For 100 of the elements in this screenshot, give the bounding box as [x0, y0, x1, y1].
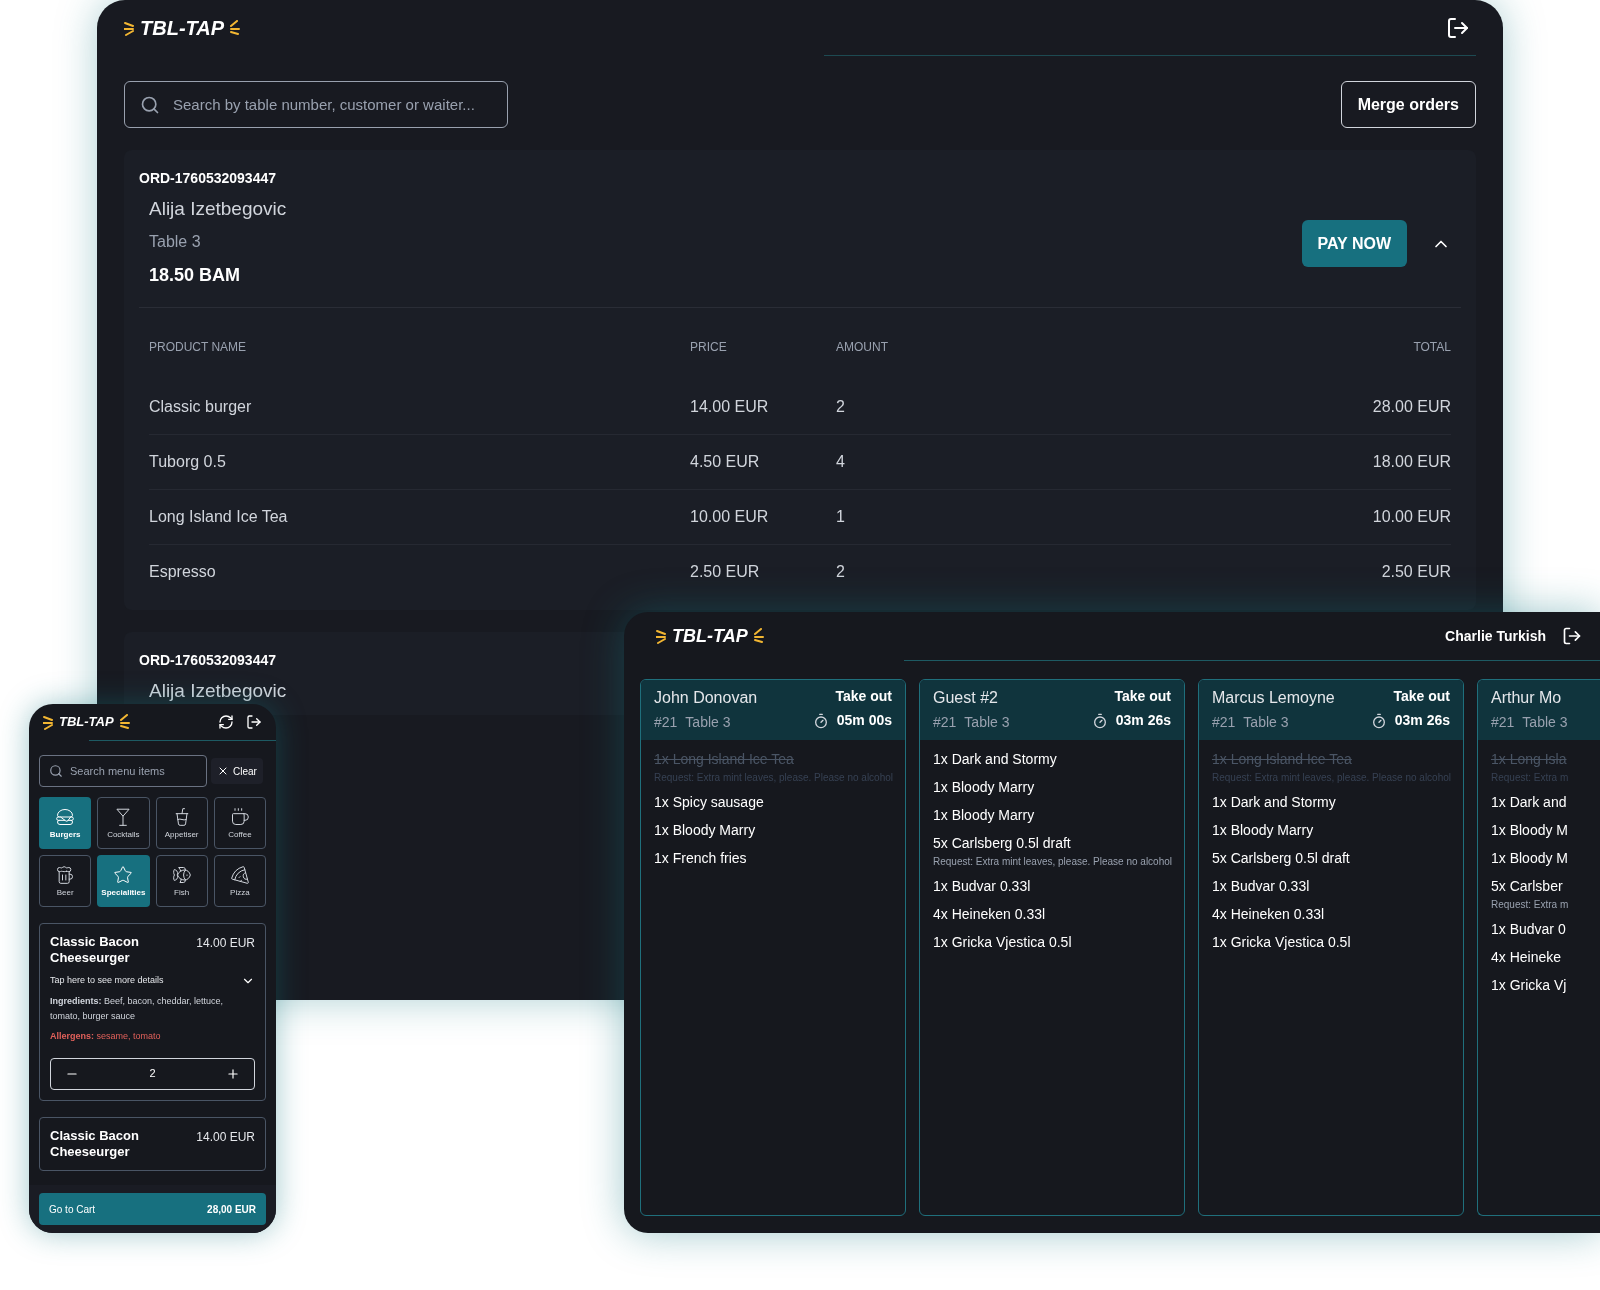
quantity-stepper[interactable]: 2: [50, 1057, 255, 1090]
column-header: AMOUNT: [836, 338, 889, 356]
order-number: #21: [1212, 713, 1236, 732]
customer-name: Alija Izetbegovic: [149, 197, 287, 221]
order-total: 18.50 BAM: [149, 263, 242, 287]
star-icon: [113, 865, 134, 885]
table-cell-text: 4.50 EUR: [690, 451, 760, 472]
order-item: 4x Heineke: [1491, 948, 1562, 967]
product-name: Classic Bacon Cheeseurger: [50, 1127, 140, 1160]
allergens-text: Allergens: sesame, tomato: [50, 1030, 162, 1043]
table-cell-text: 2.50 EUR: [1381, 562, 1451, 582]
merge-orders-button[interactable]: Merge orders: [1340, 81, 1476, 128]
table-cell-text: 2: [836, 396, 845, 417]
table-cell-text: 1: [836, 506, 845, 527]
order-item: 1x Gricka Vj: [1491, 976, 1567, 995]
ingredients-text: Ingredients: Beef, bacon, cheddar, lettuce, tomato, burger sauce: [50, 995, 225, 1023]
category-label: Cocktails: [107, 831, 140, 839]
user-name: Charlie Turkish: [1445, 626, 1546, 646]
category-label: Specialities: [101, 889, 146, 897]
product-price: 14.00 EUR: [196, 935, 255, 952]
order-item: 1x French fries: [654, 849, 747, 868]
table-cell-text: Espresso: [149, 562, 216, 582]
order-id: ORD-1760532093447: [139, 650, 276, 670]
product-name: Classic Bacon Cheeseurger: [50, 934, 140, 966]
cart-label: Go to Cart: [49, 1202, 96, 1217]
timer-icon: [812, 712, 829, 729]
customer-name: Alija Izetbegovic: [149, 678, 287, 703]
table-label: Table 3: [964, 713, 1010, 732]
logout-icon[interactable]: [1446, 15, 1470, 40]
category-tile[interactable]: Coffee: [213, 797, 266, 849]
category-tile[interactable]: Specialities: [97, 855, 150, 907]
order-item: 1x Bloody Marry: [933, 778, 1035, 797]
logout-icon[interactable]: [1562, 626, 1582, 646]
column-header: PRODUCT NAME: [149, 338, 248, 356]
customer-name: Arthur Mo: [1491, 688, 1563, 708]
category-tile[interactable]: Burgers: [39, 797, 92, 849]
order-item: 1x Budvar 0: [1491, 920, 1566, 939]
beer-glass-icon: [55, 865, 76, 885]
table-cell-text: Long Island Ice Tea: [149, 506, 288, 527]
order-item: 1x Bloody Marry: [654, 821, 756, 840]
refresh-icon[interactable]: [218, 714, 234, 730]
order-item: 1x Long Island Ice Tea: [1212, 750, 1352, 769]
search-icon: [140, 95, 160, 115]
search-icon: [49, 764, 63, 778]
table-cell-text: 10.00 EUR: [690, 506, 769, 527]
category-label: Burgers: [49, 831, 81, 839]
order-item: 1x Bloody M: [1491, 849, 1569, 868]
table-cell-text: 28.00 EUR: [1372, 396, 1451, 417]
category-label: Pizza: [230, 889, 250, 897]
cart-total: 28,00 EUR: [207, 1202, 256, 1217]
go-to-cart-button[interactable]: Go to Cart 28,00 EUR: [39, 1193, 266, 1225]
logout-icon[interactable]: [246, 714, 262, 730]
order-type: Take out: [1114, 687, 1171, 706]
order-type: Take out: [835, 687, 892, 706]
product-price: 14.00 EUR: [196, 1128, 255, 1146]
table-cell-text: Classic burger: [149, 396, 252, 417]
customer-name: Guest #2: [933, 688, 999, 708]
order-item: 5x Carlsberg 0.5l draft: [1212, 849, 1350, 868]
order-item: 1x Bloody M: [1491, 821, 1569, 840]
details-toggle[interactable]: Tap here to see more details: [50, 974, 164, 988]
category-tile[interactable]: Pizza: [213, 855, 266, 907]
table-label: Table 3: [1522, 713, 1568, 732]
customer-name: Marcus Lemoyne: [1212, 688, 1335, 708]
column-header: TOTAL: [1413, 338, 1451, 356]
plus-icon[interactable]: [226, 1066, 240, 1081]
order-item: 1x Bloody Marry: [1212, 821, 1314, 840]
clear-label: Clear: [233, 764, 257, 779]
table-label: Table 3: [685, 713, 731, 732]
clear-button[interactable]: Clear: [211, 758, 263, 784]
category-tile[interactable]: Beer: [39, 855, 92, 907]
order-item: 1x Dark and Stormy: [1212, 793, 1336, 812]
table-label: Table 3: [1243, 713, 1289, 732]
category-label: Appetiser: [164, 831, 199, 839]
category-tile[interactable]: Cocktails: [97, 797, 150, 849]
logo: TBL-TAP: [124, 12, 241, 43]
category-tile[interactable]: Fish: [155, 855, 208, 907]
order-item: 1x Budvar 0.33l: [1212, 877, 1310, 896]
order-item: 1x Budvar 0.33l: [933, 877, 1031, 896]
order-id: ORD-1760532093447: [139, 169, 276, 188]
order-item: 5x Carlsberg 0.5l draft: [933, 834, 1071, 853]
close-icon: [217, 765, 229, 777]
elapsed-time: 03m 26s: [1394, 711, 1450, 730]
customer-name: John Donovan: [654, 688, 758, 708]
order-number: #21: [1491, 713, 1515, 732]
category-tile[interactable]: Appetiser: [155, 797, 208, 849]
coffee-cup-icon: [229, 807, 250, 827]
category-label: Fish: [174, 889, 190, 897]
table-cell-text: 10.00 EUR: [1372, 506, 1451, 527]
fish-icon: [171, 865, 192, 885]
table-cell-text: 14.00 EUR: [690, 396, 769, 417]
search-field[interactable]: Search menu items: [39, 755, 207, 787]
table-cell-text: 2.50 EUR: [690, 562, 760, 582]
order-item: 1x Spicy sausage: [654, 793, 764, 812]
order-item: 4x Heineken 0.33l: [1212, 905, 1325, 924]
pay-now-button[interactable]: PAY NOW: [1301, 220, 1407, 268]
item-request: Request: Extra mint leaves, please. Please no alcohol: [933, 855, 1173, 869]
order-number: #21: [933, 713, 957, 732]
order-item: 4x Heineken 0.33l: [933, 905, 1046, 924]
search-field[interactable]: Search by table number, customer or waiter...: [124, 81, 508, 128]
table-label: Table 3: [149, 231, 202, 252]
